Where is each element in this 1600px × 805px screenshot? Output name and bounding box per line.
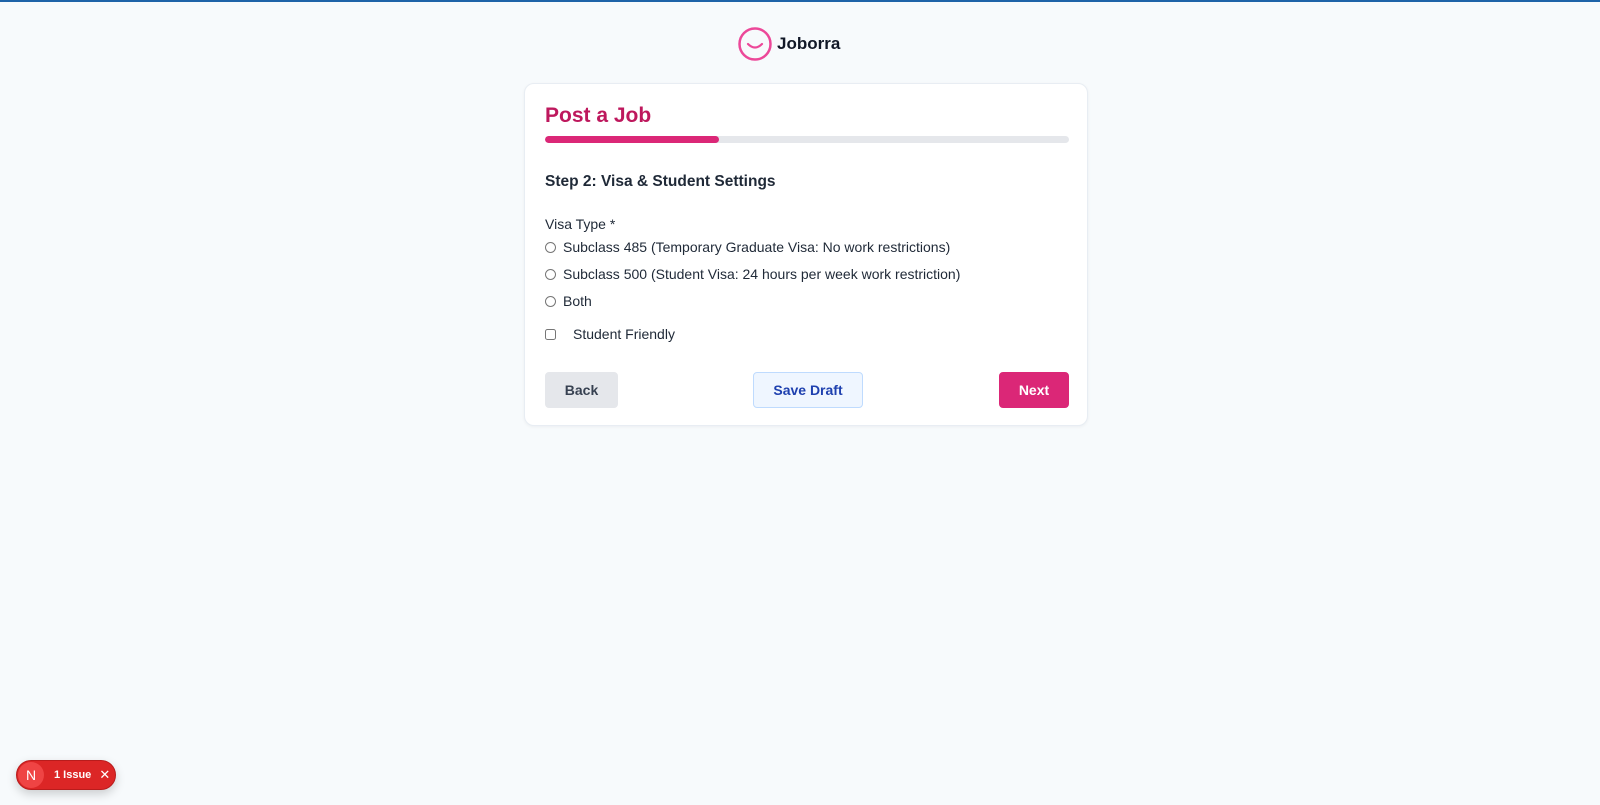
step-heading: Step 2: Visa & Student Settings: [545, 173, 776, 190]
progress-bar: [545, 136, 1069, 143]
smile-face-icon: [738, 27, 772, 61]
issue-count-text: 1 Issue: [54, 769, 92, 781]
visa-option-both[interactable]: Both: [545, 293, 592, 309]
visa-option-500[interactable]: Subclass 500 (Student Visa: 24 hours per…: [545, 266, 960, 282]
student-friendly-label: Student Friendly: [573, 326, 675, 342]
student-friendly-checkbox[interactable]: [545, 328, 556, 340]
visa-option-label: Subclass 485 (Temporary Graduate Visa: N…: [563, 239, 951, 255]
post-job-card: Post a Job Step 2: Visa & Student Settin…: [524, 83, 1088, 426]
student-friendly-option[interactable]: Student Friendly: [545, 326, 675, 342]
top-accent-strip: [0, 0, 1600, 2]
brand-name: Joborra: [777, 34, 841, 53]
back-button[interactable]: Back: [545, 372, 618, 408]
visa-radio-500[interactable]: [545, 268, 556, 280]
visa-option-label: Both: [563, 293, 592, 309]
visa-type-label: Visa Type *: [545, 216, 616, 232]
progress-bar-fill: [545, 136, 720, 143]
brand-logo[interactable]: Joborra: [738, 27, 840, 61]
visa-radio-both[interactable]: [545, 295, 556, 307]
visa-option-485[interactable]: Subclass 485 (Temporary Graduate Visa: N…: [545, 239, 950, 255]
page-title: Post a Job: [545, 104, 652, 127]
visa-radio-485[interactable]: [545, 241, 556, 253]
nextjs-logo-icon: N: [18, 762, 44, 788]
save-draft-button[interactable]: Save Draft: [753, 372, 863, 408]
visa-option-label: Subclass 500 (Student Visa: 24 hours per…: [563, 266, 961, 282]
close-icon[interactable]: ✕: [99, 767, 110, 783]
next-button[interactable]: Next: [999, 372, 1069, 408]
dev-issues-badge[interactable]: N 1 Issue ✕: [16, 760, 116, 790]
